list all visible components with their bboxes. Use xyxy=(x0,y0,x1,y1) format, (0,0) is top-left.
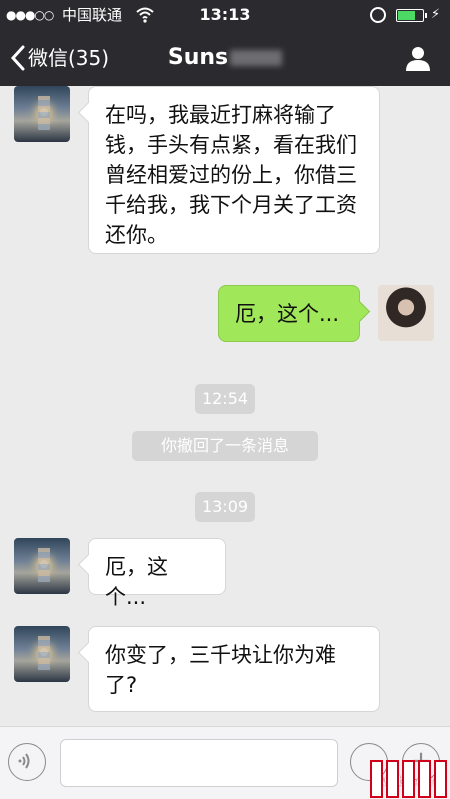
message-text: 厄，这个... xyxy=(105,555,168,609)
top-bar: ●●●○○ 中国联通 13:13 ⚡ 微信(35) Suns xyxy=(0,0,450,86)
message-bubble-incoming[interactable]: 你变了，三千块让你为难了? xyxy=(88,626,380,712)
message-text: 在吗，我最近打麻将输了钱，手头有点紧，看在我们曾经相爱过的份上，你借三千给我，我… xyxy=(105,103,357,247)
charging-icon: ⚡ xyxy=(431,7,441,22)
status-bar: ●●●○○ 中国联通 13:13 ⚡ xyxy=(0,0,450,30)
rotation-lock-icon xyxy=(370,7,386,23)
chevron-left-icon xyxy=(10,45,25,71)
timestamp-pill: 13:09 xyxy=(195,492,255,522)
chat-area: 在吗，我最近打麻将输了钱，手头有点紧，看在我们曾经相爱过的份上，你借三千给我，我… xyxy=(0,86,450,726)
blurred-name xyxy=(230,50,283,66)
navigation-bar: 微信(35) Suns xyxy=(0,30,450,86)
contact-avatar[interactable] xyxy=(14,626,70,682)
message-bubble-incoming[interactable]: 在吗，我最近打麻将输了钱，手头有点紧，看在我们曾经相爱过的份上，你借三千给我，我… xyxy=(88,86,380,254)
back-label: 微信(35) xyxy=(28,46,110,70)
back-button[interactable]: 微信(35) xyxy=(10,42,109,74)
watermark-stamps xyxy=(370,760,447,798)
timestamp-pill: 12:54 xyxy=(195,384,255,414)
chat-title-text: Suns xyxy=(167,45,229,70)
my-avatar[interactable] xyxy=(378,285,434,341)
battery-level xyxy=(398,11,416,20)
person-icon[interactable] xyxy=(404,44,432,72)
message-text: 你变了，三千块让你为难了? xyxy=(105,643,336,697)
message-bubble-incoming[interactable]: 厄，这个... xyxy=(88,538,226,609)
voice-icon[interactable] xyxy=(8,743,46,781)
chat-title: Suns xyxy=(150,42,300,74)
recall-notice: 你撤回了一条消息 xyxy=(132,431,318,461)
battery-icon xyxy=(396,9,424,22)
contact-avatar[interactable] xyxy=(14,86,70,142)
message-bubble-outgoing[interactable]: 厄，这个... xyxy=(218,285,360,342)
message-text: 厄，这个... xyxy=(235,302,340,326)
contact-avatar[interactable] xyxy=(14,538,70,594)
battery-tip xyxy=(425,13,427,18)
